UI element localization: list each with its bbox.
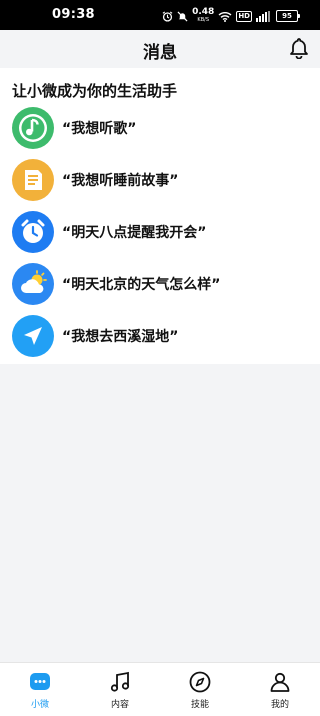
signal-icon — [256, 9, 272, 23]
suggestion-item-weather[interactable]: “明天北京的天气怎么样” — [12, 262, 312, 306]
tab-label: 技能 — [190, 700, 209, 710]
page-title: 消息 — [143, 43, 177, 63]
net-speed-value: 0.48 — [192, 7, 215, 17]
notification-bell-icon[interactable] — [289, 37, 309, 60]
assistant-intro-card: 让小微成为你的生活助手 “我想听歌” “我想听睡前故事” “明天八点提醒我开会”… — [0, 68, 320, 364]
net-speed-unit: KB/S — [197, 17, 209, 23]
tab-label: 我的 — [270, 700, 289, 710]
suggestion-item-music[interactable]: “我想听歌” — [12, 106, 312, 150]
suggestion-item-navigation[interactable]: “我想去西溪湿地” — [12, 314, 312, 358]
hd-badge: HD — [236, 10, 252, 22]
suggestion-text: “明天北京的天气怎么样” — [62, 277, 221, 293]
chat-bubble-icon — [28, 670, 52, 694]
tab-content[interactable]: 内容 — [80, 663, 160, 716]
header: 消息 — [0, 30, 320, 68]
suggestion-text: “明天八点提醒我开会” — [62, 225, 207, 241]
suggestion-text: “我想去西溪湿地” — [62, 329, 179, 345]
music-note-icon — [108, 670, 132, 694]
tab-label: 小微 — [30, 700, 49, 710]
tab-skills[interactable]: 技能 — [160, 663, 240, 716]
tab-label: 内容 — [110, 700, 129, 710]
document-icon — [12, 159, 54, 201]
suggestion-item-story[interactable]: “我想听睡前故事” — [12, 158, 312, 202]
tab-xiaowei[interactable]: 小微 — [0, 663, 80, 716]
bottom-tab-bar: 小微 内容 技能 我的 — [0, 662, 320, 716]
wifi-icon — [218, 9, 232, 23]
alarm-clock-icon — [12, 211, 54, 253]
weather-icon — [12, 263, 54, 305]
alarm-icon — [162, 9, 173, 23]
status-icons: 0.48 KB/S HD 95 — [162, 8, 300, 24]
compass-icon — [188, 670, 212, 694]
music-note-icon — [12, 107, 54, 149]
person-icon — [268, 670, 292, 694]
tab-profile[interactable]: 我的 — [240, 663, 320, 716]
suggestion-text: “我想听睡前故事” — [62, 173, 179, 189]
suggestion-text: “我想听歌” — [62, 121, 137, 137]
status-bar: 09:38 0.48 KB/S HD 95 — [0, 0, 320, 30]
intro-text: 让小微成为你的生活助手 — [12, 82, 178, 100]
suggestion-item-reminder[interactable]: “明天八点提醒我开会” — [12, 210, 312, 254]
mute-icon — [177, 9, 188, 23]
net-speed: 0.48 KB/S — [192, 8, 214, 24]
battery-indicator: 95 — [276, 10, 300, 22]
status-time: 09:38 — [52, 7, 95, 22]
navigation-icon — [12, 315, 54, 357]
